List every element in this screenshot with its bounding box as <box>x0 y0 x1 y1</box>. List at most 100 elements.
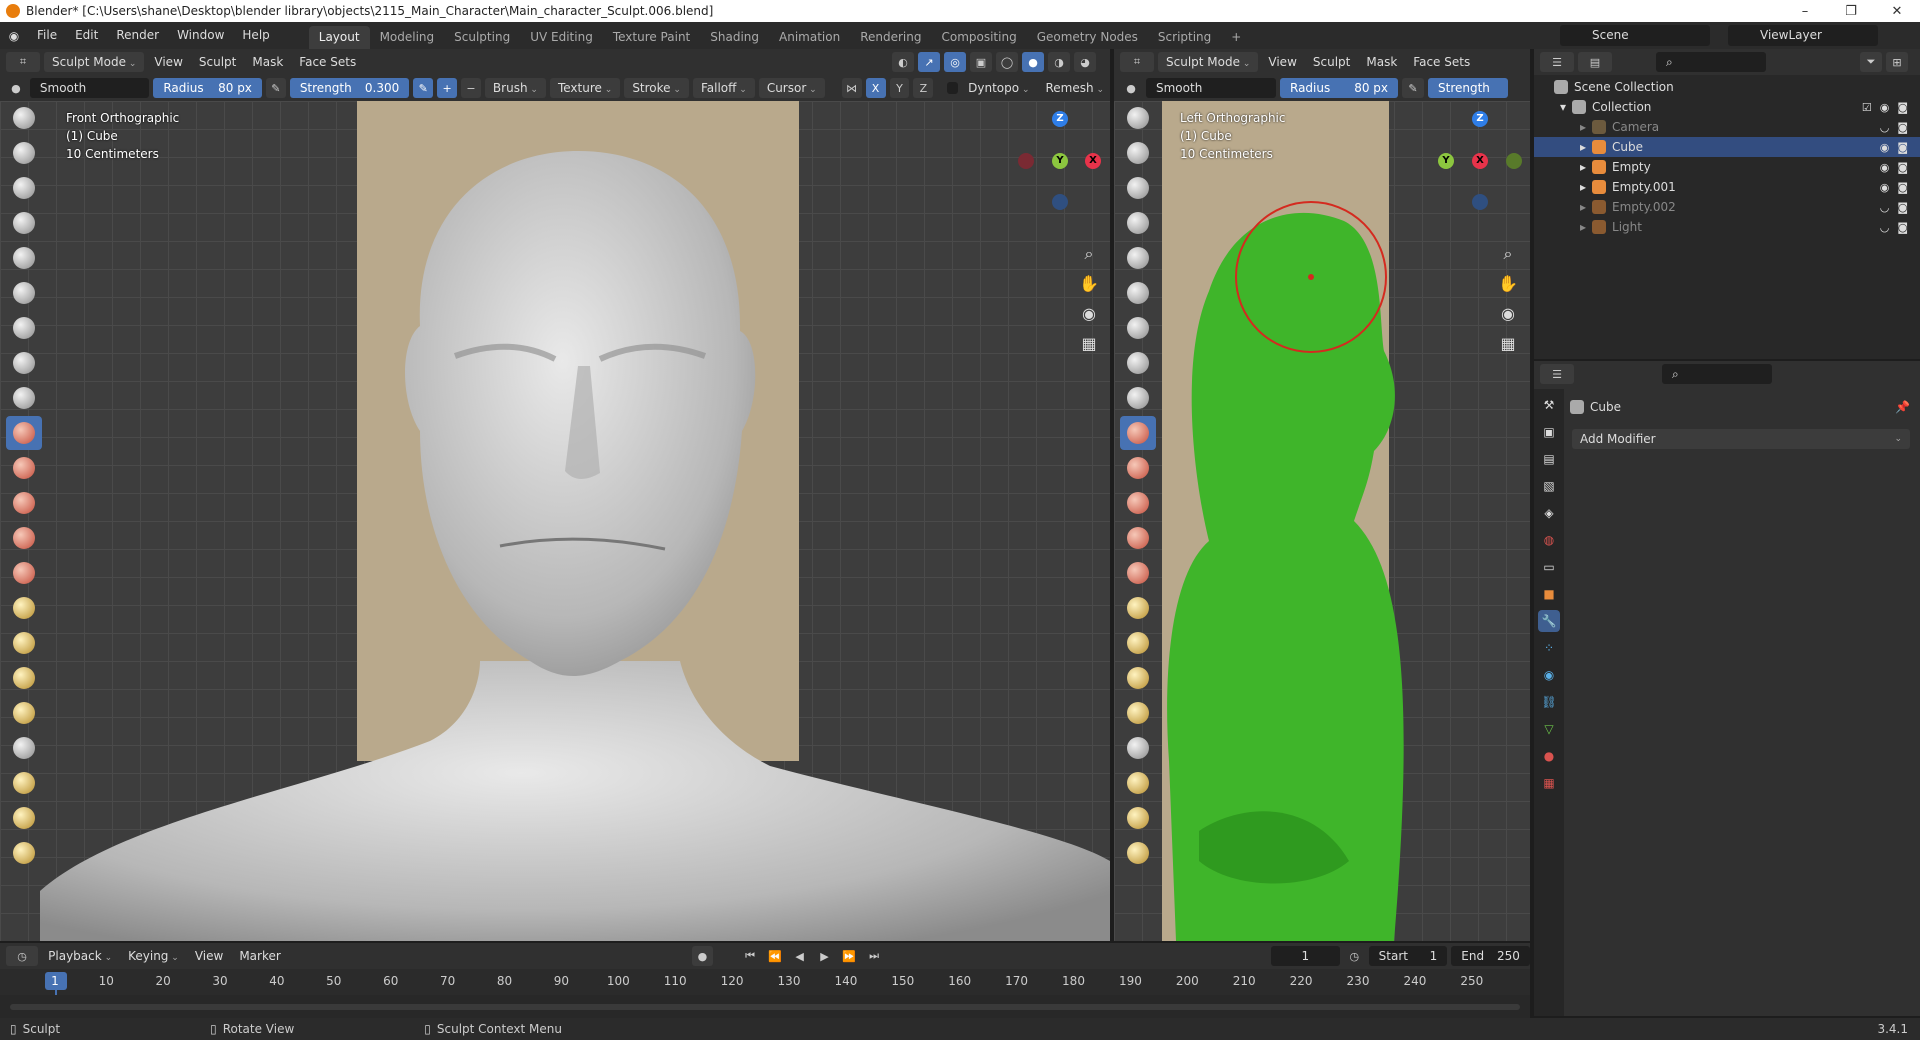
stroke-menu[interactable]: Stroke <box>624 78 689 98</box>
prev-keyframe-icon[interactable]: ⏪ <box>764 946 785 966</box>
menu-edit[interactable]: Edit <box>66 22 107 49</box>
camera-view-icon[interactable]: ◉ <box>1076 301 1102 327</box>
viewport-canvas-side[interactable]: Left Orthographic (1) Cube 10 Centimeter… <box>1114 101 1530 941</box>
tab-geometry-nodes[interactable]: Geometry Nodes <box>1027 26 1148 49</box>
camera-render-icon[interactable]: ◙ <box>1897 181 1908 194</box>
wireframe-shading-icon[interactable]: ◯ <box>996 52 1018 72</box>
properties-editor-type-icon[interactable]: ☰ <box>1540 364 1574 384</box>
brush-name-field-right[interactable]: Smooth <box>1146 78 1276 98</box>
eye-closed-icon[interactable]: ◡ <box>1880 201 1890 214</box>
checkbox-icon[interactable]: ☑ <box>1862 101 1872 114</box>
gizmo-neg-x-axis[interactable] <box>1018 153 1034 169</box>
output-tab-icon[interactable]: ▤ <box>1538 448 1560 470</box>
mirror-z-toggle[interactable]: Z <box>913 78 934 98</box>
dyntopo-checkbox[interactable] <box>947 82 959 94</box>
jump-end-icon[interactable]: ⏭ <box>864 946 885 966</box>
tab-uv-editing[interactable]: UV Editing <box>520 26 603 49</box>
outliner-row-cube[interactable]: ▸ Cube ◉ ◙ <box>1534 137 1920 157</box>
outliner-row-empty[interactable]: ▸ Empty ◉ ◙ <box>1534 157 1920 177</box>
eye-closed-icon[interactable]: ◡ <box>1880 221 1890 234</box>
mirror-y-toggle[interactable]: Y <box>889 78 910 98</box>
menu-render[interactable]: Render <box>107 22 168 49</box>
camera-render-icon[interactable]: ◙ <box>1897 101 1908 114</box>
tab-rendering[interactable]: Rendering <box>850 26 931 49</box>
physics-tab-icon[interactable]: ◉ <box>1538 664 1560 686</box>
end-frame-field[interactable]: End 250 <box>1451 946 1530 966</box>
strength-field-right[interactable]: Strength <box>1428 78 1508 98</box>
tab-sculpting[interactable]: Sculpting <box>444 26 520 49</box>
eye-icon[interactable]: ◉ <box>1880 181 1890 194</box>
pan-hand-icon[interactable]: ✋ <box>1076 271 1102 297</box>
radius-field-right[interactable]: Radius 80 px <box>1280 78 1398 98</box>
brush-menu[interactable]: Brush <box>484 78 546 98</box>
display-mode-icon[interactable]: ▤ <box>1578 52 1612 72</box>
overlay-toggle-icon[interactable]: ◎ <box>944 52 966 72</box>
close-button[interactable]: ✕ <box>1874 4 1920 19</box>
eye-icon[interactable]: ◉ <box>1880 101 1890 114</box>
timeline-ruler[interactable]: 1 10 20 30 40 50 60 70 80 90 100 110 120 130 140 150 160… <box>0 969 1530 1020</box>
falloff-menu[interactable]: Falloff <box>692 78 755 98</box>
menu-file[interactable]: File <box>28 22 66 49</box>
playback-menu[interactable]: Playback <box>42 949 118 963</box>
gizmo-neg-z-axis[interactable] <box>1052 194 1068 210</box>
timeline-scrollbar[interactable] <box>10 1004 1520 1010</box>
tab-texture-paint[interactable]: Texture Paint <box>603 26 700 49</box>
material-shading-icon[interactable]: ◑ <box>1048 52 1070 72</box>
remesh-menu[interactable]: Remesh <box>1039 81 1110 95</box>
menu-mask-right[interactable]: Mask <box>1360 55 1403 69</box>
data-tab-icon[interactable]: ▽ <box>1538 718 1560 740</box>
outliner-row-empty-001[interactable]: ▸ Empty.001 ◉ ◙ <box>1534 177 1920 197</box>
mode-selector[interactable]: Sculpt Mode <box>44 52 145 72</box>
outliner-row-collection[interactable]: ▾ Collection ☑ ◉ ◙ <box>1534 97 1920 117</box>
gizmo-y-axis-right[interactable]: Y <box>1438 153 1454 169</box>
tab-animation[interactable]: Animation <box>769 26 850 49</box>
camera-render-icon[interactable]: ◙ <box>1897 201 1908 214</box>
menu-view[interactable]: View <box>148 55 188 69</box>
world-tab-icon[interactable]: ◍ <box>1538 529 1560 551</box>
zoom-icon-right[interactable]: ⌕ <box>1495 241 1521 267</box>
keying-menu[interactable]: Keying <box>122 949 185 963</box>
strength-pressure-icon[interactable]: ✎ <box>413 78 434 98</box>
tab-compositing[interactable]: Compositing <box>931 26 1026 49</box>
radius-field[interactable]: Radius 80 px <box>153 78 262 98</box>
mode-selector-right[interactable]: Sculpt Mode <box>1158 52 1259 72</box>
particles-tab-icon[interactable]: ⁘ <box>1538 637 1560 659</box>
tab-layout[interactable]: Layout <box>308 26 370 49</box>
timeline-editor-type-icon[interactable]: ◷ <box>6 946 39 966</box>
filter-icon[interactable]: ⏷ <box>1860 52 1882 72</box>
scene-selector[interactable]: Scene <box>1560 25 1710 46</box>
menu-face-sets[interactable]: Face Sets <box>293 55 362 69</box>
gizmo-z-axis[interactable]: Z <box>1052 111 1068 127</box>
timeline-body[interactable] <box>0 995 1530 1018</box>
direction-subtract-icon[interactable]: − <box>461 78 481 98</box>
view-layer-selector[interactable]: ViewLayer <box>1728 25 1878 46</box>
menu-help[interactable]: Help <box>233 22 278 49</box>
new-collection-icon[interactable]: ⊞ <box>1886 52 1908 72</box>
perspective-grid-icon-right[interactable]: ▦ <box>1495 331 1521 357</box>
add-workspace-icon[interactable]: + <box>1221 26 1251 49</box>
texture-tab-icon[interactable]: ▦ <box>1538 772 1560 794</box>
menu-mask[interactable]: Mask <box>246 55 289 69</box>
view-object-types-icon[interactable]: ◐ <box>892 52 914 72</box>
brush-name-field[interactable]: Smooth <box>29 78 150 98</box>
outliner-editor-type-icon[interactable]: ☰ <box>1540 52 1574 72</box>
gizmo-toggle-icon[interactable]: ↗ <box>918 52 940 72</box>
scene-tab-icon[interactable]: ◈ <box>1538 502 1560 524</box>
marker-menu[interactable]: Marker <box>233 949 286 963</box>
minimize-button[interactable]: – <box>1782 4 1828 19</box>
pin-icon[interactable]: 📌 <box>1895 400 1910 414</box>
menu-view-right[interactable]: View <box>1262 55 1302 69</box>
gizmo-neg-z-axis-right[interactable] <box>1472 194 1488 210</box>
modifier-tab-icon[interactable]: 🔧 <box>1538 610 1560 632</box>
menu-sculpt-right[interactable]: Sculpt <box>1307 55 1356 69</box>
gizmo-y-axis[interactable]: Y <box>1052 153 1068 169</box>
cursor-menu[interactable]: Cursor <box>758 78 825 98</box>
symmetry-icon[interactable]: ⋈ <box>841 78 862 98</box>
blender-menu-icon[interactable]: ◉ <box>0 29 28 43</box>
editor-type-icon[interactable]: ⌗ <box>6 52 40 72</box>
play-reverse-icon[interactable]: ◀ <box>789 946 810 966</box>
camera-view-icon-right[interactable]: ◉ <box>1495 301 1521 327</box>
mirror-x-toggle[interactable]: X <box>865 78 886 98</box>
radius-pressure-icon-right[interactable]: ✎ <box>1402 78 1424 98</box>
strength-field[interactable]: Strength 0.300 <box>289 78 410 98</box>
